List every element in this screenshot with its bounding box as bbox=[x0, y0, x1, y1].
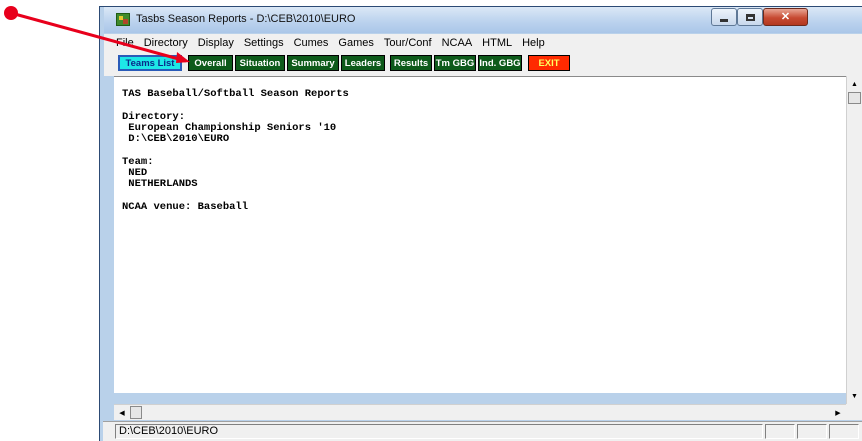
annotation-dot bbox=[4, 6, 18, 20]
annotation-arrow bbox=[10, 11, 190, 63]
